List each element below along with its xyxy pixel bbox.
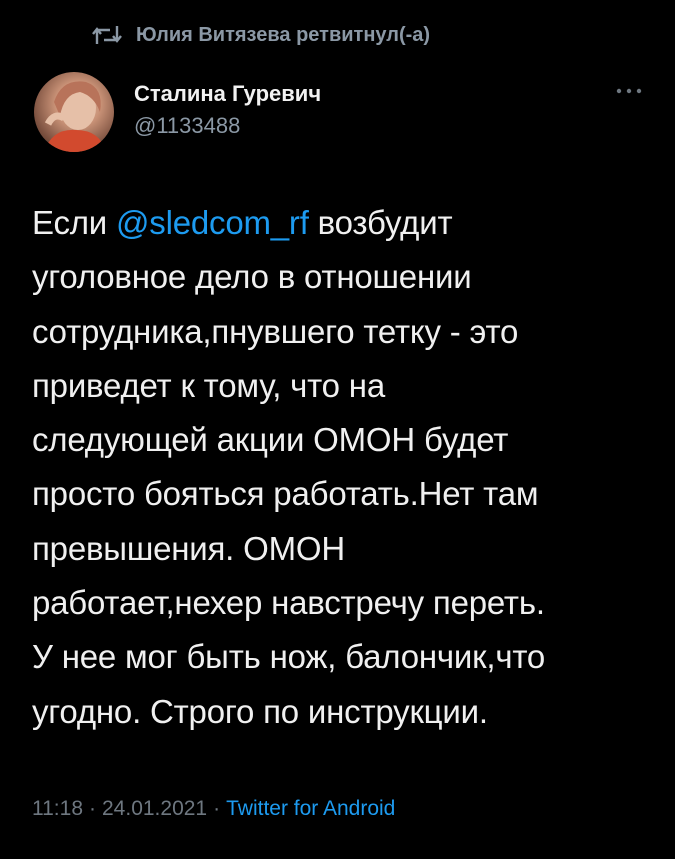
tweet-line-suffix: возбудит bbox=[308, 204, 453, 241]
avatar[interactable] bbox=[34, 72, 114, 152]
author-handle[interactable]: @1133488 bbox=[134, 112, 321, 140]
retweet-icon bbox=[92, 24, 122, 46]
more-options-button[interactable] bbox=[612, 80, 646, 100]
tweet-line: просто бояться работать.Нет там bbox=[32, 475, 539, 513]
tweet-line: следующей акции ОМОН будет bbox=[32, 421, 509, 459]
retweet-label: Юлия Витязева ретвитнул(-а) bbox=[136, 23, 431, 46]
tweet-line: сотрудника,пнувшего тетку - это bbox=[32, 312, 519, 350]
author-block[interactable]: Сталина Гуревич @1133488 bbox=[134, 80, 321, 140]
tweet-meta: 11:18 · 24.01.2021 · Twitter for Android bbox=[32, 797, 395, 821]
mention-link[interactable]: @sledcom_rf bbox=[116, 204, 309, 241]
tweet-line: уголовное дело в отношении bbox=[32, 258, 472, 296]
more-dots-icon bbox=[616, 81, 642, 99]
tweet-line-prefix: Если bbox=[32, 204, 116, 241]
tweet-line: работает,нехер навстречу переть. bbox=[32, 584, 545, 622]
tweet-line: угодно. Строго по инструкции. bbox=[32, 692, 488, 730]
tweet-date[interactable]: 24.01.2021 bbox=[102, 797, 207, 820]
tweet-line: превышения. ОМОН bbox=[32, 529, 345, 567]
tweet-text: Если @sledcom_rf возбудит уголовное дело… bbox=[32, 196, 652, 739]
tweet-time[interactable]: 11:18 bbox=[32, 797, 83, 820]
retweet-context[interactable]: Юлия Витязева ретвитнул(-а) bbox=[92, 22, 430, 48]
tweet-line: Если @sledcom_rf возбудит bbox=[32, 196, 652, 250]
tweet-line: У нее мог быть нож, балончик,что bbox=[32, 638, 546, 676]
meta-separator: · bbox=[89, 797, 96, 820]
meta-separator: · bbox=[213, 797, 221, 820]
tweet-line: приведет к тому, что на bbox=[32, 366, 385, 404]
author-name[interactable]: Сталина Гуревич bbox=[134, 80, 321, 108]
tweet-source-link[interactable]: Twitter for Android bbox=[226, 797, 395, 820]
